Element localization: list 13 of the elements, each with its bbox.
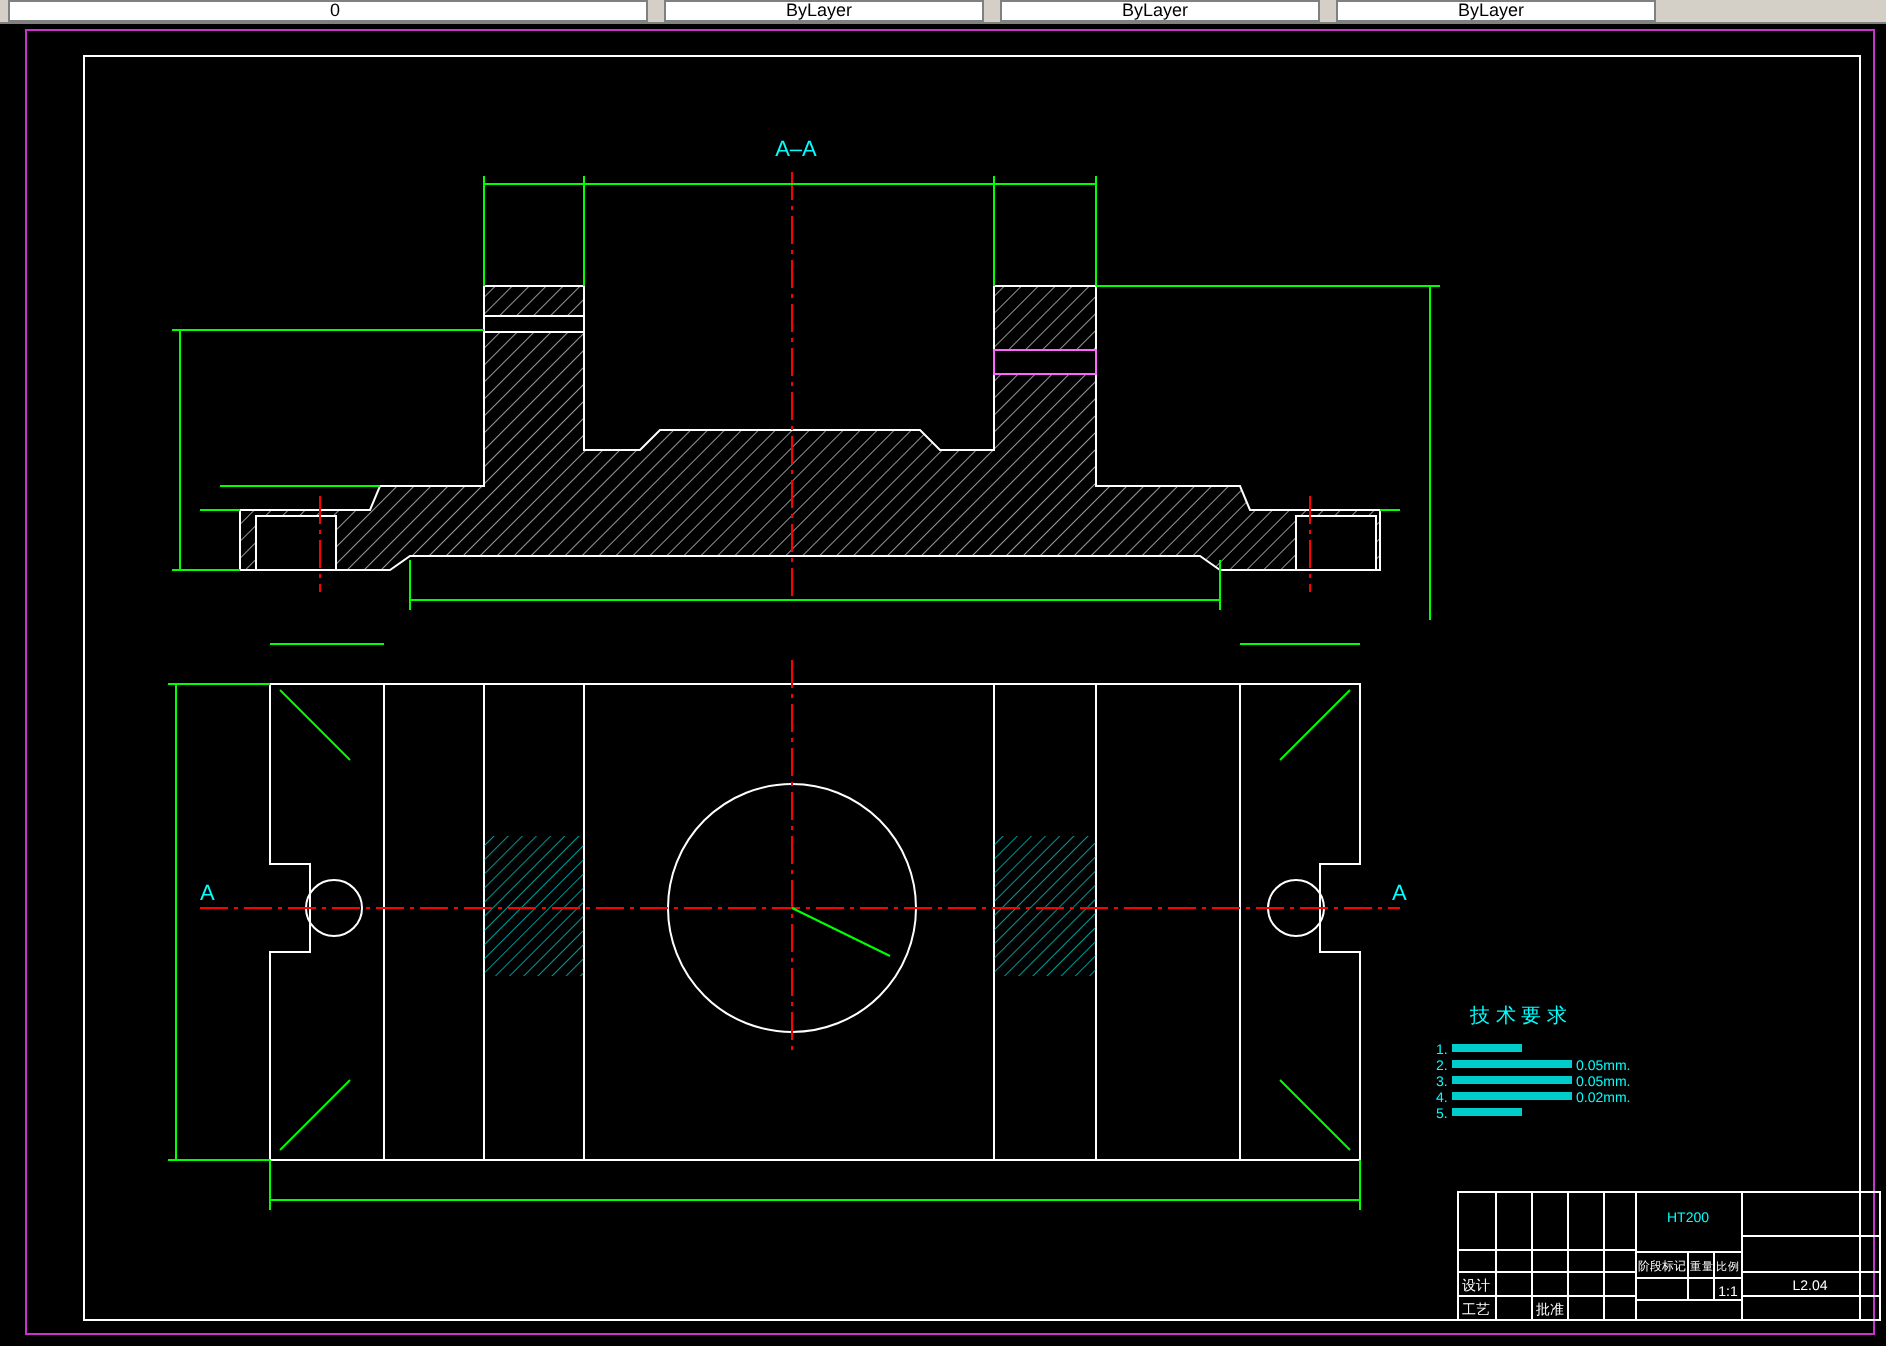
section-title: A–A: [775, 138, 817, 162]
illegible-text-drawing: [1452, 1044, 1522, 1052]
section-mark: A: [200, 882, 215, 906]
property-dropdown[interactable]: ByLayer: [1336, 0, 1656, 22]
property-dropdown[interactable]: ByLayer: [664, 0, 984, 22]
layer-dropdown[interactable]: 0: [8, 0, 648, 22]
illegible-text-drawing: [1452, 1076, 1572, 1084]
section-mark: A: [1392, 882, 1407, 906]
illegible-text-drawing: [1452, 1092, 1572, 1100]
illegible-text-drawing: [1452, 1108, 1522, 1116]
requirements-title: 技 术 要 求: [1470, 1006, 1567, 1028]
property-dropdown[interactable]: ByLayer: [1000, 0, 1320, 22]
illegible-text-drawing: [1452, 1060, 1572, 1068]
